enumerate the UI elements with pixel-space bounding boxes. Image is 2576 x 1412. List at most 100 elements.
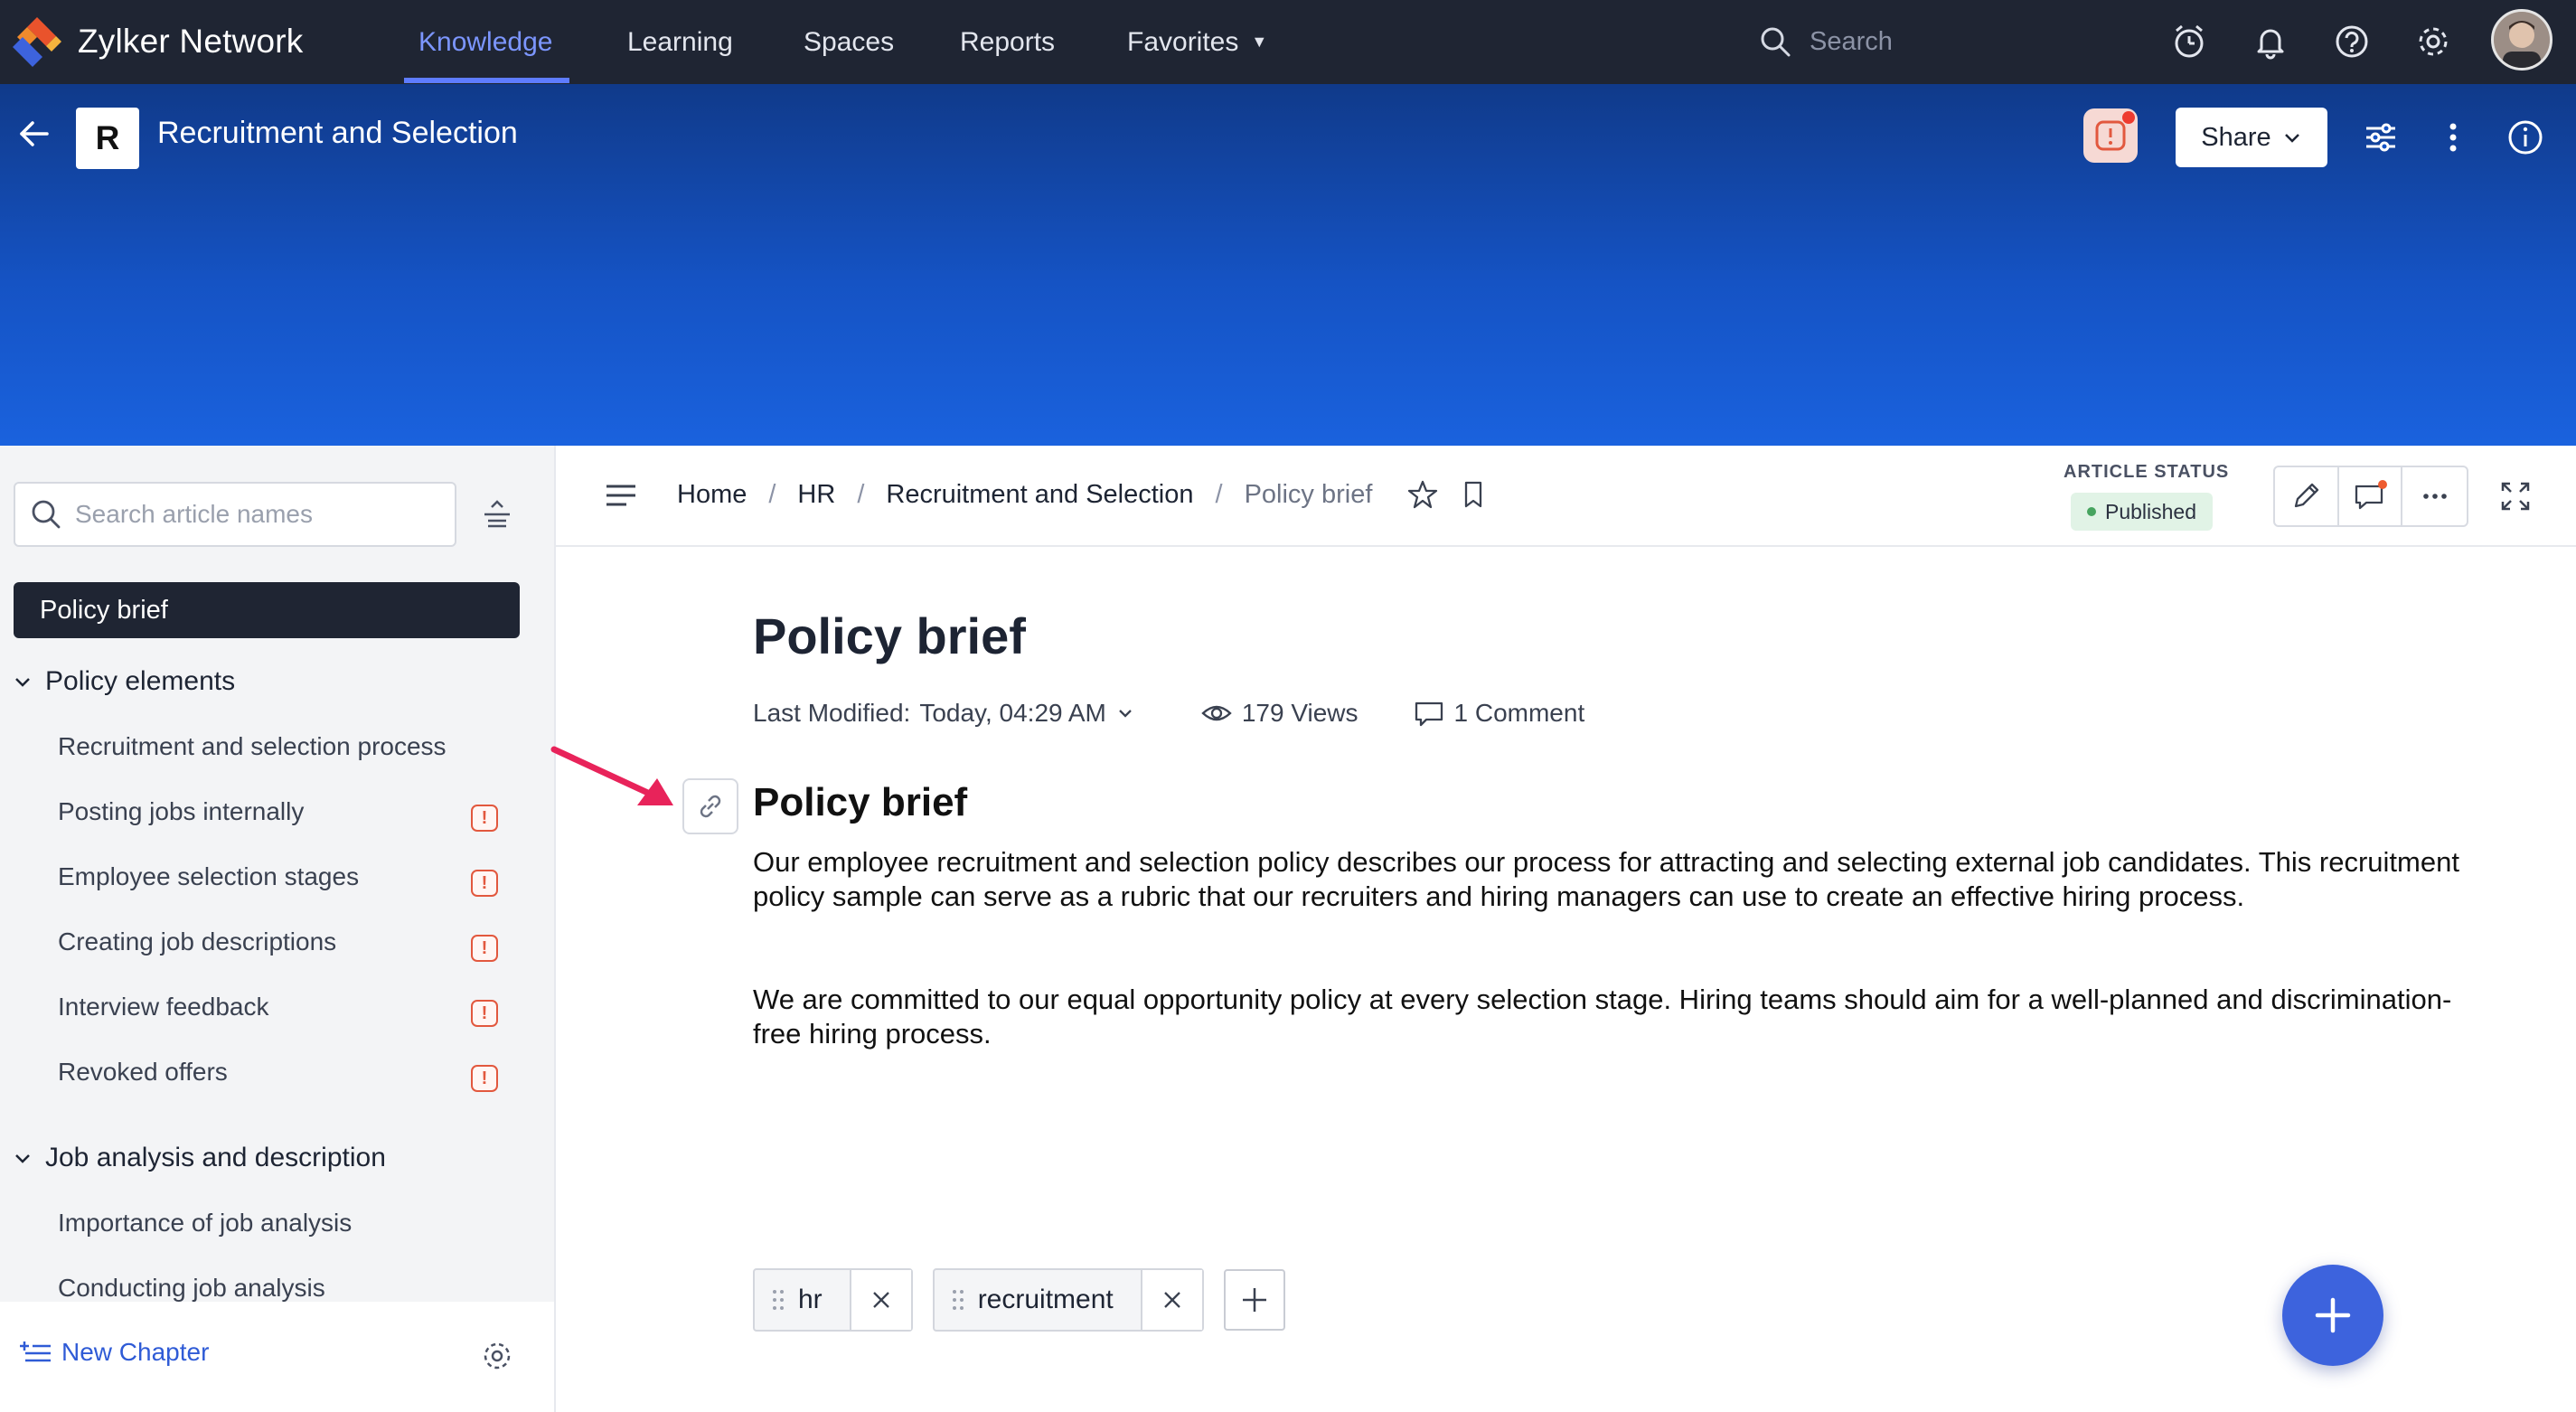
back-arrow-icon[interactable] (16, 116, 52, 152)
settings-gear-icon[interactable] (479, 1338, 515, 1374)
tag-list: hr recruitment (753, 1268, 1285, 1332)
breadcrumb-separator: / (1215, 479, 1223, 509)
article-content-area: Home / HR / Recruitment and Selection / … (550, 446, 2576, 1412)
more-vertical-icon[interactable] (2433, 118, 2473, 157)
app-name: Zylker Network (78, 23, 304, 60)
sidebar-item-recruitment-and-selection-process[interactable]: Recruitment and selection process (58, 732, 447, 761)
sidebar-item-interview-feedback[interactable]: Interview feedback (58, 993, 268, 1021)
collapse-expand-icon[interactable] (479, 496, 515, 532)
warning-icon: ! (471, 870, 498, 897)
views-count: 179 Views (1200, 697, 1359, 730)
user-avatar[interactable] (2491, 9, 2552, 71)
comments-button[interactable] (2339, 467, 2403, 525)
add-list-icon (20, 1341, 51, 1362)
tag-chip[interactable]: recruitment (932, 1268, 1204, 1332)
nav-spaces[interactable]: Spaces (804, 0, 894, 84)
breadcrumb-hr[interactable]: HR (797, 480, 835, 510)
sidebar-footer: New Chapter (0, 1302, 554, 1412)
close-icon (1163, 1292, 1180, 1308)
chevron-down-icon (1119, 710, 1132, 718)
user-photo-icon (2494, 12, 2550, 68)
warning-icon: ! (471, 805, 498, 832)
plus-icon (1242, 1288, 1266, 1312)
sidebar-section-policy-elements[interactable]: Policy elements (13, 666, 235, 697)
bookmark-icon[interactable] (1457, 478, 1490, 511)
link-icon (700, 795, 721, 818)
sidebar-item-creating-job-descriptions[interactable]: Creating job descriptions (58, 927, 336, 956)
sidebar-item-revoked-offers[interactable]: Revoked offers (58, 1058, 228, 1087)
drag-handle-icon[interactable] (951, 1287, 965, 1313)
nav-active-indicator (404, 78, 569, 83)
edit-button[interactable] (2275, 467, 2339, 525)
article-meta: Last Modified: Today, 04:29 AM 179 Views… (753, 697, 1584, 730)
alarm-clock-icon[interactable] (2169, 22, 2209, 61)
sidebar-item-employee-selection-stages[interactable]: Employee selection stages (58, 862, 359, 891)
help-icon[interactable] (2332, 22, 2372, 61)
nav-knowledge[interactable]: Knowledge (418, 0, 552, 84)
sidebar-item-importance-of-job-analysis[interactable]: Importance of job analysis (58, 1209, 352, 1238)
last-modified[interactable]: Last Modified: Today, 04:29 AM (753, 699, 1135, 728)
breadcrumb-home[interactable]: Home (677, 480, 747, 510)
section-heading: Policy brief (753, 780, 968, 824)
chevron-down-icon (2284, 134, 2299, 143)
warning-icon: ! (471, 935, 498, 962)
top-navigation-bar: Zylker Network Knowledge Learning Spaces… (0, 0, 2576, 84)
article-sidebar: Policy brief Policy elements Recruitment… (0, 446, 554, 1412)
warning-icon (2095, 111, 2135, 151)
tag-chip[interactable]: hr (753, 1268, 913, 1332)
remove-tag-button[interactable] (1140, 1270, 1202, 1330)
chevron-down-icon (15, 678, 30, 687)
new-chapter-button[interactable]: New Chapter (18, 1338, 209, 1367)
star-icon[interactable] (1406, 478, 1439, 511)
drag-handle-icon[interactable] (771, 1287, 785, 1313)
sidebar-item-conducting-job-analysis[interactable]: Conducting job analysis (58, 1274, 325, 1303)
article-search-input[interactable] (75, 500, 418, 529)
annotation-arrow-icon (550, 746, 673, 805)
remove-tag-button[interactable] (849, 1270, 911, 1330)
article-title: Policy brief (753, 607, 1026, 664)
caret-down-icon: ▼ (1251, 33, 1268, 51)
add-tag-button[interactable] (1223, 1269, 1285, 1331)
nav-favorites[interactable]: Favorites ▼ (1127, 0, 1267, 84)
nav-reports[interactable]: Reports (960, 0, 1055, 84)
breadcrumb-current: Policy brief (1244, 479, 1373, 509)
nav-learning[interactable]: Learning (627, 0, 733, 84)
brand[interactable]: Zylker Network (9, 9, 304, 74)
article-paragraph: Our employee recruitment and selection p… (753, 846, 2459, 912)
sidebar-item-posting-jobs-internally[interactable]: Posting jobs internally (58, 797, 304, 826)
article-paragraph: We are committed to our equal opportunit… (753, 984, 2452, 1050)
settings-gear-icon[interactable] (2413, 22, 2453, 61)
article-status-label: ARTICLE STATUS (2064, 462, 2230, 482)
search-icon (32, 500, 61, 529)
chevron-down-icon (15, 1154, 30, 1163)
more-options-button[interactable] (2402, 467, 2467, 525)
pencil-icon (2295, 483, 2319, 508)
fullscreen-icon[interactable] (2499, 480, 2532, 513)
menu-icon[interactable] (603, 477, 639, 513)
share-button[interactable]: Share (2176, 108, 2327, 167)
breadcrumb-separator: / (857, 479, 865, 509)
bell-icon[interactable] (2251, 22, 2290, 61)
sidebar-item-policy-brief[interactable]: Policy brief (14, 582, 520, 638)
breadcrumb: Home / HR / Recruitment and Selection / … (677, 478, 1490, 511)
article-search-box[interactable] (14, 482, 456, 547)
warning-icon: ! (471, 1000, 498, 1027)
create-fab-button[interactable] (2282, 1265, 2383, 1366)
warning-icon: ! (471, 1065, 498, 1092)
filter-sliders-icon[interactable] (2361, 118, 2401, 157)
close-icon (872, 1292, 889, 1308)
status-dot-icon (2087, 507, 2096, 516)
space-badge: R (76, 108, 139, 169)
global-search[interactable]: Search (1759, 20, 1893, 63)
content-header: Home / HR / Recruitment and Selection / … (556, 446, 2576, 547)
search-icon (1761, 27, 1791, 57)
copy-heading-link-button[interactable] (682, 778, 738, 834)
plus-icon (2315, 1297, 2351, 1333)
alert-badge[interactable] (2083, 108, 2138, 163)
comments-count[interactable]: 1 Comment (1413, 697, 1584, 730)
eye-icon (1201, 705, 1232, 721)
sidebar-section-job-analysis[interactable]: Job analysis and description (13, 1143, 386, 1173)
info-icon[interactable] (2505, 118, 2545, 157)
space-title: Recruitment and Selection (157, 116, 518, 150)
breadcrumb-recruitment-and-selection[interactable]: Recruitment and Selection (886, 480, 1193, 510)
